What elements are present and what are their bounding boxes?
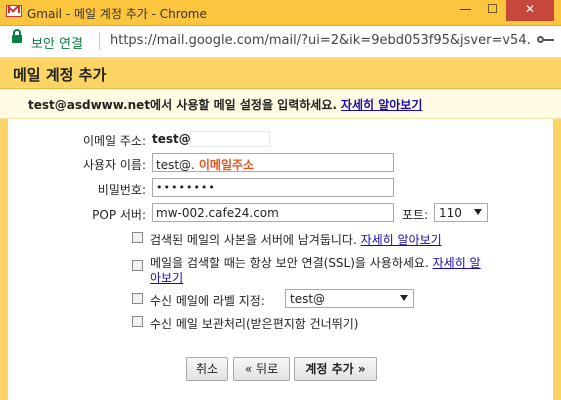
ssl-learn-more-link[interactable]: 자세히 알 xyxy=(433,256,481,270)
chevron-down-icon xyxy=(474,209,482,215)
label-incoming-text: 수신 메일에 라벨 지정: xyxy=(150,294,265,308)
email-label: 이메일 주소: xyxy=(82,134,146,148)
intro-learn-more-link[interactable]: 자세히 알아보기 xyxy=(341,98,422,112)
dialog-title: 메일 계정 추가 xyxy=(13,66,107,84)
label-incoming-checkbox[interactable] xyxy=(132,293,143,304)
chevron-down-icon xyxy=(400,295,408,301)
archive-incoming-checkbox[interactable] xyxy=(132,316,143,327)
cancel-button[interactable]: 취소 xyxy=(186,357,228,381)
address-divider xyxy=(99,32,100,50)
username-value: test@. xyxy=(156,158,195,172)
address-bar: 보안 연결 https://mail.google.com/mail/?ui=2… xyxy=(0,26,561,58)
username-input[interactable]: test@. 이메일주소 xyxy=(152,153,394,172)
username-label: 사용자 이름: xyxy=(82,158,146,172)
intro-text: test@asdwww.net에서 사용할 메일 설정을 입력하세요. 자세히 알… xyxy=(28,96,422,113)
password-label: 비밀번호: xyxy=(97,183,146,197)
back-button[interactable]: « 뒤로 xyxy=(233,357,290,381)
port-value: 110 xyxy=(439,206,462,220)
window-title: Gmail - 메일 계정 추가 - Chrome xyxy=(27,7,207,21)
leave-copy-checkbox[interactable] xyxy=(132,232,143,243)
pop-server-label: POP 서버: xyxy=(92,208,146,222)
port-label: 포트: xyxy=(402,208,429,222)
leave-copy-option: 검색된 메일의 사본을 서버에 남겨둡니다. 자세히 알아보기 xyxy=(150,231,442,248)
minimize-button[interactable]: — xyxy=(452,0,479,21)
email-value: test@ xyxy=(152,132,191,146)
intro-instruction: test@asdwww.net에서 사용할 메일 설정을 입력하세요. xyxy=(28,98,337,112)
pop-server-input[interactable]: mw-002.cafe24.com xyxy=(152,203,394,222)
redacted-email-block xyxy=(190,131,270,147)
ssl-checkbox[interactable] xyxy=(132,260,143,271)
right-border-band xyxy=(553,119,561,400)
url-field[interactable]: https://mail.google.com/mail/?ui=2&ik=9e… xyxy=(110,33,530,48)
leave-copy-text: 검색된 메일의 사본을 서버에 남겨둡니다. xyxy=(150,233,357,247)
ssl-option: 메일을 검색할 때는 항상 보안 연결(SSL)을 사용하세요. 자세히 알 xyxy=(150,254,481,271)
secure-connection-label[interactable]: 보안 연결 xyxy=(31,33,83,52)
leave-copy-learn-more-link[interactable]: 자세히 알아보기 xyxy=(361,233,442,247)
ssl-learn-more-link-cont[interactable]: 아보기 xyxy=(150,269,183,286)
close-button[interactable]: ✕ xyxy=(506,0,554,21)
ssl-text: 메일을 검색할 때는 항상 보안 연결(SSL)을 사용하세요. xyxy=(150,256,429,270)
label-select[interactable]: test@ xyxy=(285,289,414,308)
intro-row: test@asdwww.net에서 사용할 메일 설정을 입력하세요. 자세히 알… xyxy=(0,89,561,119)
archive-incoming-text: 수신 메일 보관처리(받은편지함 건너뛰기) xyxy=(150,317,359,331)
lock-icon[interactable] xyxy=(12,29,22,43)
port-select[interactable]: 110 xyxy=(434,203,488,222)
add-account-button[interactable]: 계정 추가 » xyxy=(294,357,377,381)
password-input[interactable]: •••••••• xyxy=(152,178,394,197)
dialog-header: 메일 계정 추가 xyxy=(0,58,561,89)
key-icon[interactable] xyxy=(537,36,554,43)
maximize-button[interactable]: ☐ xyxy=(479,0,506,21)
gmail-icon xyxy=(6,5,22,17)
window-titlebar: Gmail - 메일 계정 추가 - Chrome — ☐ ✕ xyxy=(0,0,561,26)
username-hint: 이메일주소 xyxy=(198,158,255,172)
label-select-value: test@ xyxy=(290,292,326,306)
